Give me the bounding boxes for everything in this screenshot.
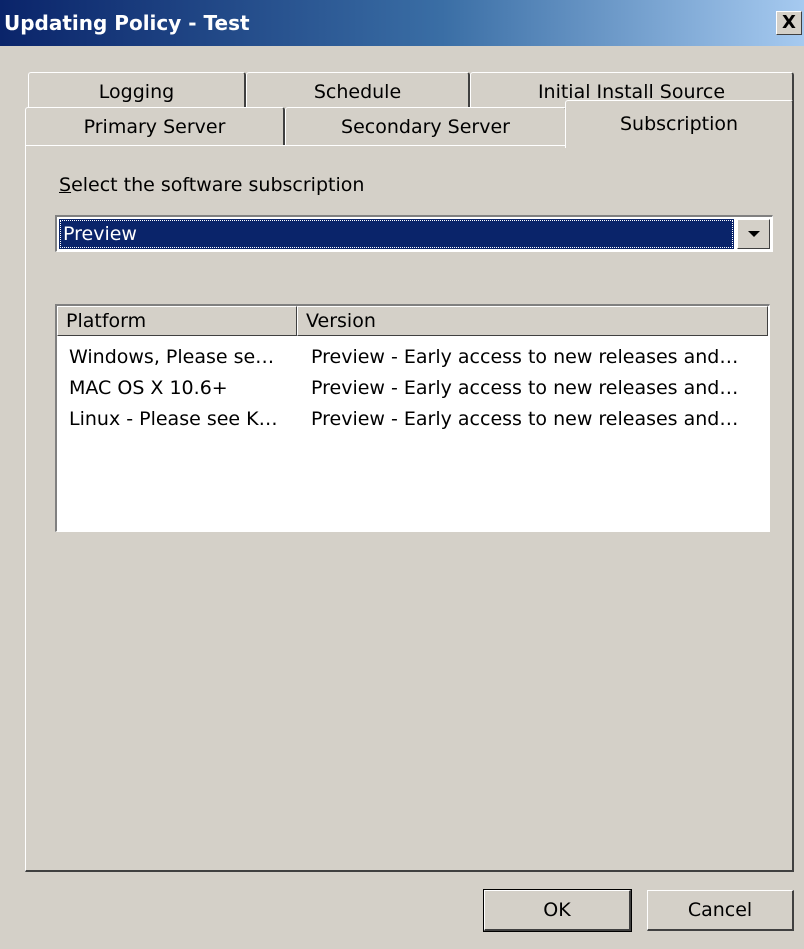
tab-schedule[interactable]: Schedule (246, 72, 470, 112)
column-header-platform[interactable]: Platform (57, 306, 297, 336)
window-title: Updating Policy - Test (4, 11, 250, 35)
column-header-version[interactable]: Version (297, 306, 768, 336)
label-text: elect the software subscription (71, 174, 365, 196)
chevron-down-icon (747, 231, 760, 237)
tab-logging[interactable]: Logging (28, 72, 246, 112)
title-bar: Updating Policy - Test X (0, 0, 804, 46)
tab-subscription-label: Subscription (619, 113, 739, 135)
cell-platform: Windows, Please se… (69, 346, 275, 368)
cancel-button[interactable]: Cancel (647, 890, 794, 931)
platform-version-list[interactable]: Platform Version Windows, Please se… Pre… (55, 304, 770, 532)
label-accelerator: S (59, 174, 72, 196)
tab-subscription[interactable]: Subscription (565, 100, 794, 148)
close-button[interactable]: X (776, 11, 802, 35)
tab-primary-server[interactable]: Primary Server (25, 107, 285, 146)
table-row[interactable]: Linux - Please see K… Preview - Early ac… (57, 404, 769, 434)
cell-version: Preview - Early access to new releases a… (311, 377, 739, 399)
dropdown-arrow-button[interactable] (737, 219, 770, 249)
tab-secondary-server-label: Secondary Server (341, 116, 510, 138)
select-subscription-label: Select the software subscription (59, 174, 364, 196)
cell-platform: MAC OS X 10.6+ (69, 377, 228, 399)
tab-logging-label: Logging (98, 81, 175, 103)
cell-platform: Linux - Please see K… (69, 408, 278, 430)
table-row[interactable]: MAC OS X 10.6+ Preview - Early access to… (57, 373, 769, 403)
list-header: Platform Version (57, 306, 769, 336)
tab-secondary-server[interactable]: Secondary Server (285, 107, 567, 146)
subscription-dropdown[interactable]: Preview (55, 215, 773, 252)
ok-button[interactable]: OK (483, 889, 632, 932)
cell-version: Preview - Early access to new releases a… (311, 408, 739, 430)
cell-version: Preview - Early access to new releases a… (311, 346, 739, 368)
subscription-dropdown-value: Preview (59, 219, 734, 249)
tab-schedule-label: Schedule (313, 81, 402, 103)
table-row[interactable]: Windows, Please se… Preview - Early acce… (57, 342, 769, 372)
close-icon: X (782, 12, 796, 33)
tab-primary-server-label: Primary Server (83, 116, 226, 138)
